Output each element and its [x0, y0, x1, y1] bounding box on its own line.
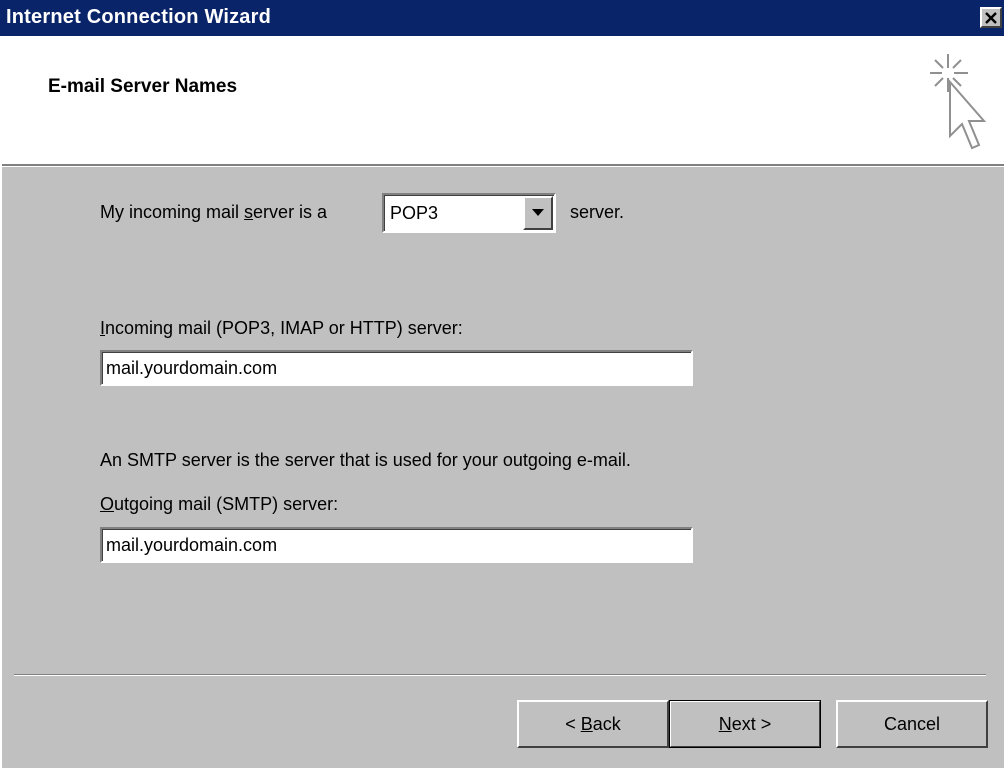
- back-button-accel: B: [580, 713, 593, 734]
- incoming-server-label: Incoming mail (POP3, IMAP or HTTP) serve…: [100, 318, 463, 339]
- cancel-button[interactable]: Cancel: [836, 700, 988, 748]
- window-title: Internet Connection Wizard: [6, 6, 272, 28]
- window-left-border: [0, 36, 2, 768]
- wizard-header: E-mail Server Names: [0, 36, 1004, 164]
- outgoing-server-label: Outgoing mail (SMTP) server:: [100, 494, 338, 515]
- next-button-accel: N: [718, 713, 732, 734]
- next-button[interactable]: Next >: [669, 700, 821, 748]
- incoming-type-suffix: server.: [570, 202, 625, 222]
- incoming-type-label: My incoming mail server is a: [100, 202, 327, 223]
- outgoing-server-label-rest: utgoing mail (SMTP) server:: [114, 494, 339, 514]
- incoming-server-label-rest: ncoming mail (POP3, IMAP or HTTP) server…: [105, 318, 463, 338]
- wizard-cursor-icon: [930, 54, 987, 150]
- outgoing-server-input[interactable]: [100, 527, 693, 563]
- title-bar[interactable]: Internet Connection Wizard: [0, 0, 1004, 36]
- footer-divider-highlight: [14, 675, 986, 676]
- header-divider-highlight: [0, 166, 1004, 167]
- incoming-type-label-pre: My incoming mail: [100, 202, 245, 222]
- incoming-type-value: POP3: [390, 203, 439, 223]
- back-button[interactable]: < Back: [517, 700, 669, 748]
- incoming-type-label-accel: s: [244, 202, 254, 222]
- chevron-down-icon: [532, 209, 544, 216]
- back-button-post: ack: [592, 713, 621, 734]
- incoming-server-input[interactable]: [100, 350, 693, 386]
- incoming-type-label-post: erver is a: [253, 202, 328, 222]
- incoming-type-select[interactable]: POP3: [382, 193, 556, 233]
- back-button-pre: <: [565, 713, 581, 734]
- smtp-note: An SMTP server is the server that is use…: [100, 450, 631, 470]
- page-title: E-mail Server Names: [48, 76, 238, 97]
- next-button-post: ext >: [731, 713, 772, 734]
- wizard-window: Internet Connection Wizard E-mail Server…: [0, 0, 1004, 768]
- outgoing-server-label-accel: O: [100, 494, 115, 514]
- dropdown-button[interactable]: [523, 196, 553, 230]
- close-button[interactable]: [980, 7, 1002, 28]
- close-icon: [985, 11, 997, 24]
